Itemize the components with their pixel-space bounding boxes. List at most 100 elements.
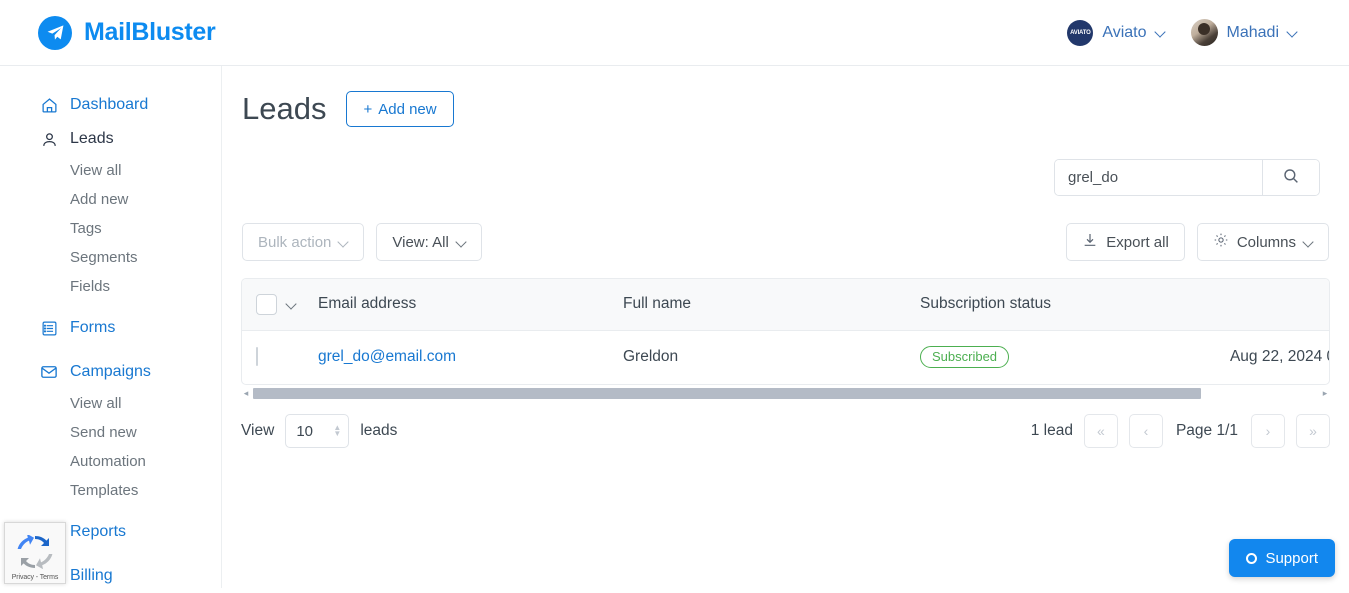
- sidebar-subitem-campaigns-templates[interactable]: Templates: [0, 476, 221, 505]
- avatar: [1191, 19, 1218, 46]
- account-label-user: Mahadi: [1227, 24, 1279, 42]
- bulk-action-dropdown[interactable]: Bulk action: [242, 223, 364, 261]
- select-all-header: [242, 279, 318, 330]
- table-horizontal-scrollbar[interactable]: ◂ ▸: [241, 386, 1330, 401]
- chevron-down-icon[interactable]: [287, 300, 296, 309]
- leads-table: Email address Full name Subscription sta…: [241, 278, 1330, 385]
- chevron-down-icon: [1304, 238, 1313, 247]
- recaptcha-label[interactable]: Privacy - Terms: [12, 574, 59, 581]
- sidebar-subitem-campaigns-view-all[interactable]: View all: [0, 389, 221, 418]
- form-list-icon: [40, 319, 58, 337]
- sidebar-item-label: Leads: [70, 130, 114, 148]
- page-header: Leads + Add new: [242, 91, 1349, 127]
- prev-page-button[interactable]: ‹: [1129, 414, 1163, 448]
- select-all-checkbox[interactable]: [256, 294, 277, 315]
- sidebar-subitem-leads-tags[interactable]: Tags: [0, 214, 221, 243]
- user-icon: [40, 130, 58, 148]
- cell-subscription-status: Subscribed: [920, 330, 1142, 384]
- columns-label: Columns: [1237, 234, 1296, 251]
- stepper-arrows-icon[interactable]: ▲ ▼: [333, 425, 341, 437]
- column-header-added-at[interactable]: Added at: [1142, 279, 1330, 330]
- status-badge: Subscribed: [920, 346, 1009, 368]
- add-new-button[interactable]: + Add new: [346, 91, 453, 127]
- cell-added-at: Aug 22, 2024 04:57 AM: [1142, 330, 1330, 384]
- chevron-down-icon: [339, 238, 348, 247]
- chevron-down-icon: [1288, 28, 1297, 37]
- scroll-left-arrow[interactable]: ◂: [241, 388, 251, 399]
- download-icon: [1082, 232, 1098, 252]
- stepper-down-arrow[interactable]: ▼: [333, 431, 341, 437]
- bulk-action-label: Bulk action: [258, 234, 331, 251]
- nav-spacer: [0, 345, 221, 355]
- sidebar-item-dashboard[interactable]: Dashboard: [0, 88, 221, 122]
- search-input[interactable]: [1055, 160, 1262, 195]
- scroll-right-arrow[interactable]: ▸: [1320, 388, 1330, 399]
- table-toolbar: Bulk action View: All Export all: [242, 223, 1329, 261]
- sidebar-item-label: Reports: [70, 523, 126, 541]
- account-menu-aviato[interactable]: AVIATO Aviato: [1067, 20, 1164, 46]
- sidebar-item-leads[interactable]: Leads: [0, 122, 221, 156]
- brand-logo[interactable]: MailBluster: [38, 16, 215, 50]
- recaptcha-badge[interactable]: Privacy - Terms: [4, 522, 66, 584]
- scroll-track[interactable]: [253, 388, 1318, 399]
- table-row[interactable]: grel_do@email.com Greldon Subscribed Aug…: [242, 330, 1330, 384]
- top-bar: MailBluster AVIATO Aviato Mahadi: [0, 0, 1349, 66]
- view-filter-dropdown[interactable]: View: All: [376, 223, 481, 261]
- nav-spacer: [0, 505, 221, 515]
- sidebar-item-label: Campaigns: [70, 363, 151, 381]
- page-indicator: Page 1/1: [1174, 422, 1240, 440]
- table-header: Email address Full name Subscription sta…: [242, 279, 1330, 330]
- search-icon: [1282, 167, 1300, 188]
- row-checkbox[interactable]: [256, 347, 258, 366]
- sidebar-item-campaigns[interactable]: Campaigns: [0, 355, 221, 389]
- leads-label: leads: [360, 422, 397, 440]
- nav-spacer: [0, 301, 221, 311]
- next-page-button[interactable]: ›: [1251, 414, 1285, 448]
- export-all-label: Export all: [1106, 234, 1169, 251]
- first-page-button[interactable]: «: [1084, 414, 1118, 448]
- sidebar-subitem-leads-fields[interactable]: Fields: [0, 272, 221, 301]
- search-button[interactable]: [1262, 160, 1319, 195]
- support-button[interactable]: Support: [1229, 539, 1335, 577]
- sidebar-item-label: Dashboard: [70, 96, 148, 114]
- sidebar-subitem-leads-view-all[interactable]: View all: [0, 156, 221, 185]
- columns-dropdown[interactable]: Columns: [1197, 223, 1329, 261]
- sidebar-item-label: Billing: [70, 567, 113, 585]
- sidebar-item-forms[interactable]: Forms: [0, 311, 221, 345]
- scroll-thumb[interactable]: [253, 388, 1201, 399]
- sidebar-subitem-leads-add-new[interactable]: Add new: [0, 185, 221, 214]
- view-label: View: [241, 422, 274, 440]
- per-page-control: View 10 ▲ ▼ leads: [241, 414, 397, 448]
- brand-name: MailBluster: [84, 18, 215, 47]
- column-header-full-name[interactable]: Full name: [623, 279, 920, 330]
- toolbar-left: Bulk action View: All: [242, 223, 482, 261]
- toolbar-right: Export all Columns: [1066, 223, 1329, 261]
- sidebar-item-label: Forms: [70, 319, 115, 337]
- last-page-button[interactable]: »: [1296, 414, 1330, 448]
- per-page-stepper[interactable]: 10 ▲ ▼: [285, 414, 349, 448]
- search-box: [1054, 159, 1320, 196]
- sidebar-subitem-leads-segments[interactable]: Segments: [0, 243, 221, 272]
- table-body: grel_do@email.com Greldon Subscribed Aug…: [242, 330, 1330, 384]
- cell-email: grel_do@email.com: [318, 330, 623, 384]
- account-menus: AVIATO Aviato Mahadi: [1067, 19, 1297, 46]
- per-page-value: 10: [296, 423, 313, 440]
- leads-table-element: Email address Full name Subscription sta…: [242, 279, 1330, 384]
- column-header-subscription-status[interactable]: Subscription status: [920, 279, 1142, 330]
- export-all-button[interactable]: Export all: [1066, 223, 1185, 261]
- lead-email-link[interactable]: grel_do@email.com: [318, 348, 456, 365]
- sidebar-subitem-campaigns-automation[interactable]: Automation: [0, 447, 221, 476]
- sidebar-subitem-campaigns-send-new[interactable]: Send new: [0, 418, 221, 447]
- total-count-label: 1 lead: [1031, 422, 1073, 440]
- cell-full-name: Greldon: [623, 330, 920, 384]
- sidebar: Dashboard Leads View all Add new Tags Se…: [0, 66, 222, 588]
- page-title: Leads: [242, 91, 326, 127]
- envelope-icon: [40, 363, 58, 381]
- account-menu-user[interactable]: Mahadi: [1191, 19, 1297, 46]
- support-label: Support: [1265, 550, 1318, 567]
- plus-icon: +: [363, 101, 372, 118]
- pagination: 1 lead « ‹ Page 1/1 › »: [1031, 414, 1330, 448]
- recaptcha-icon: [17, 535, 53, 574]
- view-filter-label: View: All: [392, 234, 448, 251]
- column-header-email[interactable]: Email address: [318, 279, 623, 330]
